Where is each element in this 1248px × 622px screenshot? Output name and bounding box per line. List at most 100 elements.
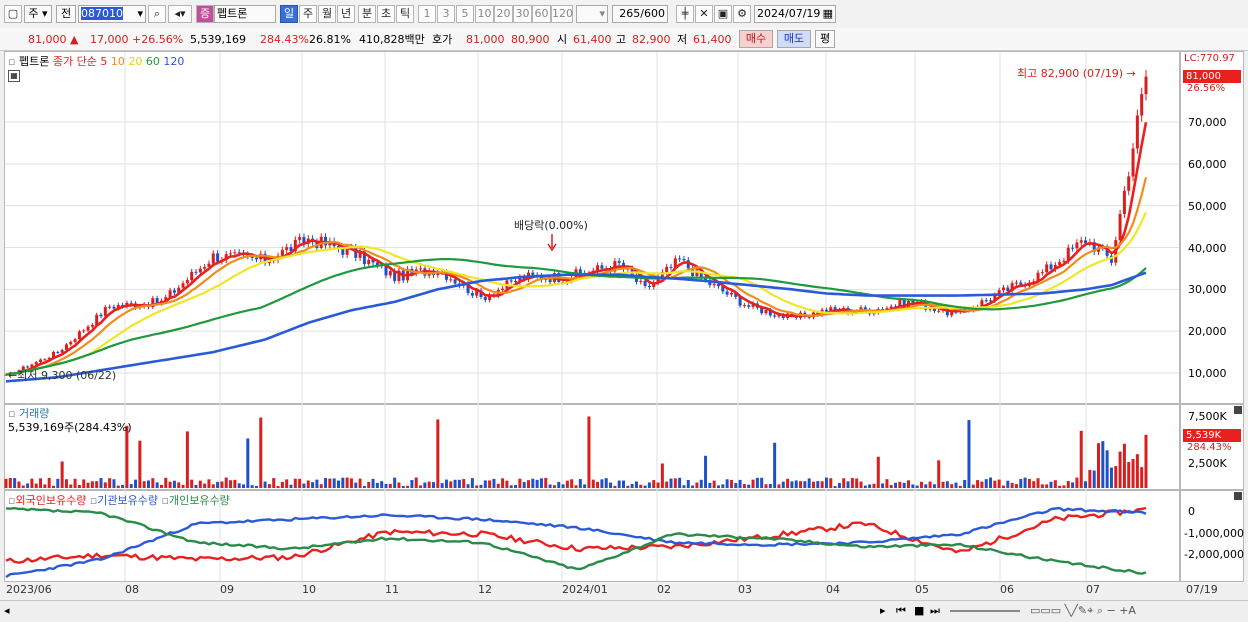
volume-bar [302,483,306,488]
volume-bar [518,478,522,488]
volume-bar [958,485,962,488]
candle-body [1049,264,1053,270]
volume-bar [760,477,764,488]
volume-bar [747,484,751,488]
scroll-right-icon[interactable]: ▸ [880,604,886,617]
volume-bar [1079,430,1083,488]
volume-bar [129,484,133,488]
volume-bar [406,485,410,488]
grid-toggle-icon[interactable]: ▦ [8,70,20,82]
price-tick-70000: 70,000 [1188,116,1227,129]
candle-body [773,315,777,317]
volume-bar [401,485,405,488]
volume-bar [99,478,103,488]
volume-bar [557,481,561,488]
volume-bar [13,478,17,488]
chart-canvas [4,52,1179,581]
candle-body [1131,148,1135,177]
candle-body [600,265,604,269]
volume-bar [630,483,634,488]
candle-body [190,271,194,281]
volume-bar [449,481,453,488]
volume-bar [103,482,107,488]
volume-bar [172,480,176,488]
candle-body [453,279,457,284]
volume-bar [315,479,319,488]
volume-bar [773,442,777,488]
volume-bar [280,481,284,488]
candle-body [1079,240,1083,243]
volume-bar [388,483,392,488]
price-tick-60000: 60,000 [1188,158,1227,171]
candle-body [1127,176,1131,191]
volume-bar [600,479,604,488]
x-label-12: 12 [478,583,492,596]
candle-body [1045,264,1049,273]
legend-institution: 기관보유수량 [97,494,159,507]
volume-bar [1062,485,1066,488]
volume-bar [578,479,582,488]
volume-bar [1118,451,1122,488]
volume-bar [604,478,608,488]
volume-bar [850,478,854,488]
scroll-left-icon[interactable]: ◂ [4,604,10,617]
volume-bar [311,482,315,488]
candle-body [388,271,392,276]
volume-bar [1014,484,1018,488]
volume-bar [881,483,885,488]
investor-close-icon[interactable] [1234,492,1242,500]
volume-bar [393,477,397,488]
volume-bar [1114,466,1118,488]
candle-body [531,272,535,275]
volume-value-label: 5,539,169주(284.43%) [8,421,132,434]
investor-legend: ▫외국인보유수량 ▫기관보유수량 ▫개인보유수량 [8,492,230,508]
volume-bar [1066,481,1070,488]
volume-bar [976,480,980,488]
volume-bar [220,481,224,488]
legend-ma10: 10 [110,55,125,68]
volume-bar [371,478,375,488]
volume-bar [742,484,746,488]
volume-bar [367,481,371,488]
volume-bar [112,479,116,488]
volume-bar [289,484,293,488]
volume-bar [660,463,664,488]
volume-bar [198,480,202,488]
volume-bar [842,478,846,488]
individual-holding-line [5,506,1147,575]
candle-body [1071,247,1075,249]
volume-bar [712,480,716,488]
last-page-icon[interactable]: ⏭ [930,604,940,618]
candle-body [229,253,233,255]
volume-bar [863,485,867,488]
volume-bar [1049,481,1053,488]
price-tick-30000: 30,000 [1188,283,1227,296]
volume-bar [1140,467,1144,488]
low-annotation: ←최저 9,300 (06/22) [8,367,116,383]
volume-bar [686,480,690,488]
volume-tick-7500k: 7,500K [1188,410,1227,423]
candle-body [108,306,112,308]
volume-bar [242,484,245,488]
volume-bar [21,485,25,488]
candle-body [682,258,686,261]
candle-body [483,297,487,301]
drawing-tools-icon[interactable]: ▭▭▭ ╲╱✎⌖ ⌕ − +A [1030,604,1136,618]
volume-close-icon[interactable] [1234,406,1242,414]
volume-bar [937,460,941,488]
stop-icon[interactable]: ■ [914,604,924,617]
volume-bar [816,481,820,488]
volume-bar [384,483,388,488]
zoom-slider[interactable] [950,610,1020,612]
candle-body [99,314,103,317]
volume-bar [1040,484,1044,488]
candle-body [1002,287,1005,291]
volume-bar [587,416,591,488]
volume-bar [678,477,682,488]
volume-bar [151,478,155,488]
volume-bar [729,479,733,488]
volume-bar [941,481,945,488]
volume-bar [963,479,967,488]
volume-bar [824,477,828,488]
first-page-icon[interactable]: ⏮ [896,604,906,618]
